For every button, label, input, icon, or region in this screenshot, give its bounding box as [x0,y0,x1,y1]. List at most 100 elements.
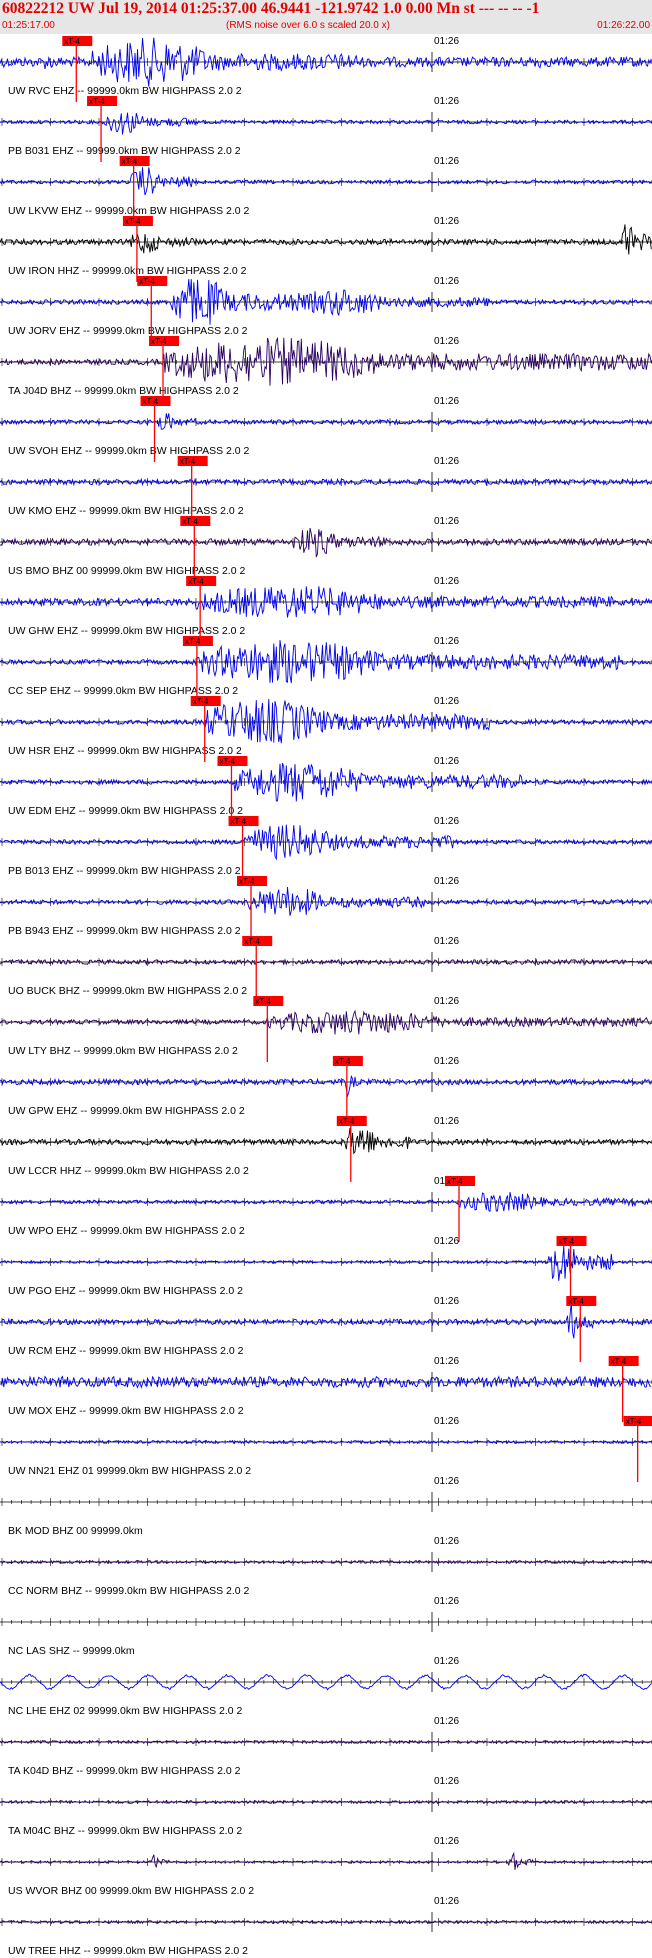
waveform [0,1127,652,1155]
pick-label: xT-4 [64,37,80,46]
waveform [0,1074,652,1097]
station-label: TA J04D BHZ -- 99999.0km BW HIGHPASS 2.0… [8,385,239,397]
trace-row: 01:26UW WPO EHZ -- 99999.0km BW HIGHPASS… [0,1176,652,1242]
minute-tick-label: 01:26 [434,516,459,527]
pick-label: xT-4 [193,697,209,706]
trace-row: 01:26 BK MOD BHZ 00 99999.0km [0,1476,652,1537]
waveform [0,527,652,558]
station-label: UW JORV EHZ -- 99999.0km BW HIGHPASS 2.0… [8,325,248,337]
waveform [0,698,652,744]
minute-tick-label: 01:26 [434,696,459,707]
trace-row: 01:26 UW PGO EHZ -- 99999.0km BW HIGHPASS… [0,1236,652,1302]
pick-label: xT-4 [335,1057,351,1066]
trace-row: 01:26 CC SEP EHZ -- 99999.0km BW HIGHPASS… [0,636,652,702]
station-label: PB B031 EHZ -- 99999.0km BW HIGHPASS 2.0… [8,145,241,157]
trace-row: 01:26 PB B013 EHZ -- 99999.0km BW HIGHPAS… [0,816,652,882]
station-label: UW TREE HHZ -- 99999.0km BW HIGHPASS 2.0… [8,1945,248,1957]
station-label: UW WPO EHZ -- 99999.0km BW HIGHPASS 2.0 … [8,1225,245,1237]
minute-tick-label: 01:26 [434,1116,459,1127]
trace-row: 01:26 UW EDM EHZ -- 99999.0km BW HIGHPASS… [0,756,652,822]
waveform [0,1245,652,1281]
trace-row: 01:26 UO BUCK BHZ -- 99999.0km BW HIGHPAS… [0,936,652,1002]
station-label: UW RVC EHZ -- 99999.0km BW HIGHPASS 2.0 … [8,85,242,97]
minute-tick-label: 01:26 [434,1356,459,1367]
start-time: 01:25:17.00 [2,20,55,31]
minute-tick-label: 01:26 [434,1536,459,1547]
minute-tick-label: 01:26 [434,1896,459,1907]
minute-tick-label: 01:26 [434,1716,459,1727]
trace-row: 01:26 CC NORM BHZ -- 99999.0km BW HIGHPAS… [0,1536,652,1597]
minute-tick-label: 01:26 [434,996,459,1007]
minute-tick-label: 01:26 [434,1416,459,1427]
trace-row: 01:26 NC LAS SHZ -- 99999.0km [0,1596,652,1657]
trace-row: 01:26 PB B943 EHZ -- 99999.0km BW HIGHPAS… [0,876,652,942]
trace-row: 01:26 UW LCCR HHZ -- 99999.0km BW HIGHPAS… [0,1116,652,1182]
pick-label: xT-4 [447,1177,463,1186]
station-label: UW KMO EHZ -- 99999.0km BW HIGHPASS 2.0 … [8,505,244,517]
minute-tick-label: 01:26 [434,1776,459,1787]
minute-tick-label: 01:26 [434,1836,459,1847]
pick-label: xT-4 [151,337,167,346]
station-label: TA K04D BHZ -- 99999.0km BW HIGHPASS 2.0… [8,1765,241,1777]
minute-tick-label: 01:26 [434,1296,459,1307]
pick-label: xT-4 [125,217,141,226]
station-label: UW GHW EHZ -- 99999.0km BW HIGHPASS 2.0 … [8,625,245,637]
header-bar: 60822212 UW Jul 19, 2014 01:25:37.00 46.… [0,0,652,34]
pick-label: xT-4 [143,397,159,406]
trace-row: 01:26 UW IRON HHZ -- 99999.0km BW HIGHPAS… [0,216,652,282]
station-label: UW LKVW EHZ -- 99999.0km BW HIGHPASS 2.0… [8,205,250,217]
station-label: UW EDM EHZ -- 99999.0km BW HIGHPASS 2.0 … [8,805,243,817]
pick-label: xT-4 [559,1237,575,1246]
minute-tick-label: 01:26 [434,1476,459,1487]
waveform [0,413,652,430]
pick-label: xT-4 [626,1417,642,1426]
trace-row: 01:26 PB B031 EHZ -- 99999.0km BW HIGHPAS… [0,96,652,162]
minute-tick-label: 01:26 [434,1056,459,1067]
minute-tick-label: 01:26 [434,396,459,407]
minute-tick-label: 01:26 [434,1596,459,1607]
station-label: NC LAS SHZ -- 99999.0km [8,1645,135,1657]
trace-row: 01:26 UW HSR EHZ -- 99999.0km BW HIGHPASS… [0,696,652,762]
minute-tick-label: 01:26 [434,276,459,287]
pick-label: xT-4 [611,1357,627,1366]
trace-row: 01:26 UW TREE HHZ -- 99999.0km BW HIGHPAS… [0,1896,652,1957]
trace-row: 01:26 UW MOX EHZ -- 99999.0km BW HIGHPASS… [0,1356,652,1422]
station-label: CC NORM BHZ -- 99999.0km BW HIGHPASS 2.0… [8,1585,250,1597]
trace-row: 01:26 TA J04D BHZ -- 99999.0km BW HIGHPAS… [0,336,652,402]
station-label: UW HSR EHZ -- 99999.0km BW HIGHPASS 2.0 … [8,745,242,757]
trace-row: 01:26 TA M04C BHZ -- 99999.0km BW HIGHPAS… [0,1776,652,1837]
end-time: 01:26:22.00 [597,20,650,31]
pick-label: xT-4 [89,97,105,106]
station-label: TA M04C BHZ -- 99999.0km BW HIGHPASS 2.0… [8,1825,242,1837]
station-label: US BMO BHZ 00 99999.0km BW HIGHPASS 2.0 … [8,565,245,577]
trace-row: 01:26 UW KMO EHZ -- 99999.0km BW HIGHPASS… [0,456,652,522]
trace-row: 01:26 UW LKVW EHZ -- 99999.0km BW HIGHPAS… [0,156,652,222]
minute-tick-label: 01:26 [434,1236,459,1247]
minute-tick-label: 01:26 [434,1656,459,1667]
pick-label: xT-4 [122,157,138,166]
minute-tick-label: 01:26 [434,456,459,467]
station-label: PB B013 EHZ -- 99999.0km BW HIGHPASS 2.0… [8,865,241,877]
waveform [0,886,652,916]
minute-tick-label: 01:26 [434,96,459,107]
minute-tick-label: 01:26 [434,936,459,947]
waveform [0,1851,652,1870]
trace-row: 01:26 US BMO BHZ 00 99999.0km BW HIGHPASS… [0,516,652,582]
trace-row: 01:26 US WVOR BHZ 00 99999.0km BW HIGHPAS… [0,1836,652,1897]
minute-tick-label: 01:26 [434,636,459,647]
seismogram-plot: 01:26 UW RVC EHZ -- 99999.0km BW HIGHPASS… [0,36,652,1957]
station-label: UW RCM EHZ -- 99999.0km BW HIGHPASS 2.0 … [8,1345,244,1357]
trace-row: 01:26 UW GHW EHZ -- 99999.0km BW HIGHPASS… [0,576,652,642]
waveform [0,1301,652,1339]
minute-tick-label: 01:26 [434,876,459,887]
station-label: UW GPW EHZ -- 99999.0km BW HIGHPASS 2.0 … [8,1105,245,1117]
trace-row: 01:26 UW LTY BHZ -- 99999.0km BW HIGHPASS… [0,996,652,1062]
trace-row: 01:26 UW GPW EHZ -- 99999.0km BW HIGHPASS… [0,1056,652,1122]
station-label: UW NN21 EHZ 01 99999.0km BW HIGHPASS 2.0… [8,1465,251,1477]
station-label: UW LCCR HHZ -- 99999.0km BW HIGHPASS 2.0… [8,1165,249,1177]
pick-label: xT-4 [255,997,271,1006]
trace-row: 01:26 TA K04D BHZ -- 99999.0km BW HIGHPAS… [0,1716,652,1777]
minute-tick-label: 01:26 [434,336,459,347]
station-label: BK MOD BHZ 00 99999.0km [8,1525,143,1537]
station-label: UW MOX EHZ -- 99999.0km BW HIGHPASS 2.0 … [8,1405,244,1417]
